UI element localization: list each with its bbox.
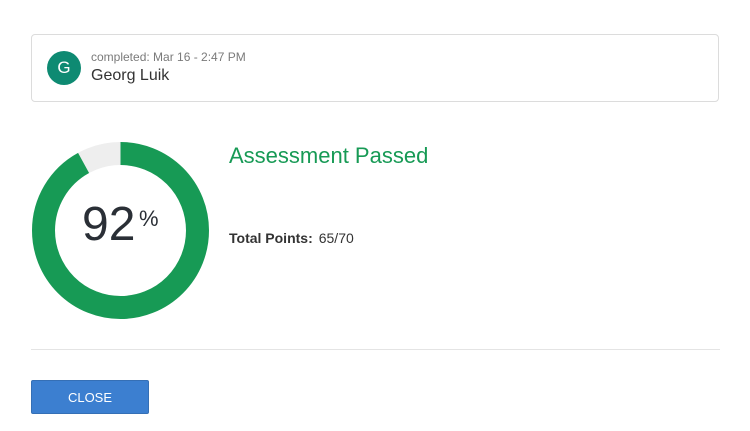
divider xyxy=(31,349,720,350)
close-button[interactable]: CLOSE xyxy=(31,380,149,414)
points-label: Total Points: xyxy=(229,230,313,246)
result-title: Assessment Passed xyxy=(229,143,429,168)
score-unit: % xyxy=(139,206,159,231)
user-card: G completed: Mar 16 - 2:47 PM Georg Luik xyxy=(31,34,719,102)
completed-timestamp: completed: Mar 16 - 2:47 PM xyxy=(91,50,246,64)
total-points: Total Points: 65/70 xyxy=(229,230,354,246)
score-value: 92 xyxy=(82,198,136,251)
avatar: G xyxy=(47,51,81,85)
user-name: Georg Luik xyxy=(91,67,170,84)
points-value: 65/70 xyxy=(318,230,354,246)
